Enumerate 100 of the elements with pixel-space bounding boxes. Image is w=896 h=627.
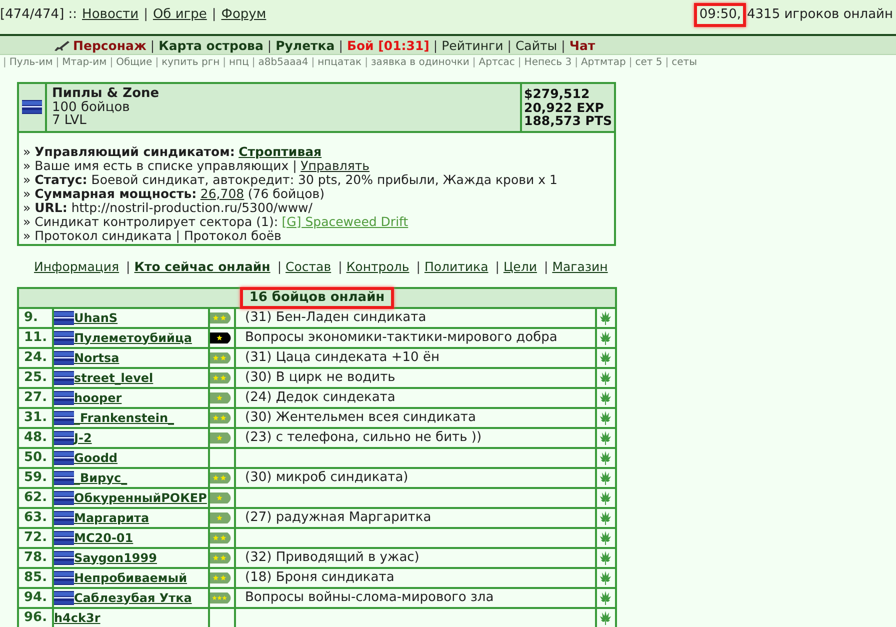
quick-link[interactable]: a8b5aaa4 (258, 57, 308, 68)
player-note: (18) Броня синдиката (245, 570, 394, 584)
player-note: (31) Бен-Ладен синдиката (245, 310, 426, 324)
separator: | (155, 57, 159, 68)
player-note: (24) Дедок синдеката (245, 390, 396, 404)
separator: | (561, 38, 566, 52)
leaf-icon (598, 430, 614, 445)
quick-link[interactable]: заявка в одиночки (370, 57, 470, 68)
info-line: » Управляющий синдикатом: Строптивая (23, 144, 323, 158)
top-link[interactable]: Новости (82, 6, 139, 24)
rank-number: 85. (18, 568, 53, 588)
info-line: » Ваше имя есть в списке управляющих | Управлять (23, 158, 370, 172)
syndicate-name: Пиплы & Zone (52, 87, 160, 100)
tab[interactable]: Кто сейчас онлайн (134, 258, 270, 274)
quick-link[interactable]: Непесь 3 (524, 57, 572, 68)
info-line: » Суммарная мощность: 26,708 (76 бойцов) (23, 186, 325, 200)
rank-number: 62. (18, 488, 53, 508)
leaf-icon (598, 530, 614, 545)
separator: | (126, 258, 130, 274)
player-note: (32) Приводящий в ужас) (245, 550, 420, 564)
quick-link[interactable]: Пуль-им (9, 57, 53, 68)
tab[interactable]: Политика (424, 258, 488, 274)
separator: | (628, 57, 632, 68)
rank-number: 48. (18, 428, 53, 448)
separator: | (150, 38, 155, 52)
nav-link[interactable]: Сайты (515, 38, 558, 52)
leaf-icon (598, 330, 614, 345)
leaf-icon (598, 570, 614, 585)
info-line: » Протокол синдиката | Протокол боёв (23, 228, 282, 242)
nav-link[interactable]: Чат (569, 38, 596, 52)
quick-link[interactable]: сет 5 (635, 57, 662, 68)
player-link[interactable]: J-2 (74, 430, 92, 446)
separator: | (338, 38, 343, 52)
money-amount: $279,512 (524, 87, 591, 100)
nav-link[interactable]: Рейтинги (442, 38, 504, 52)
exp-amount: 20,922 EXP (524, 100, 605, 114)
top-link[interactable]: Форум (221, 6, 266, 24)
info-line: » Синдикат контролирует сектора (1): [G] Spaceweed Drift (23, 214, 410, 228)
nav-link[interactable]: Рулетка (276, 38, 335, 52)
player-note: (27) радужная Маргаритка (245, 510, 432, 524)
quick-link[interactable]: Артсас (478, 57, 515, 68)
player-note: (30) Жентельмен всея синдиката (245, 410, 476, 424)
separator: | (544, 258, 548, 274)
rank-number: 25. (18, 368, 53, 388)
separator: | (311, 57, 315, 68)
separator: | (364, 57, 368, 68)
table-title: 16 бойцов онлайн (249, 290, 385, 304)
player-note: Вопросы войны-слома-мирового зла (245, 590, 494, 604)
leaf-icon (598, 470, 614, 485)
info-line: » URL: http://nostril-production.ru/5300/www/ (23, 200, 312, 214)
quick-link[interactable]: нпц (229, 57, 249, 68)
separator: | (574, 57, 578, 68)
player-note: (30) В цирк не водить (245, 370, 396, 384)
member-count: 100 бойцов (52, 100, 131, 114)
online-count: 4315 игроков онлайн (747, 6, 893, 24)
leaf-icon (598, 550, 614, 565)
rank-number: 96. (18, 608, 53, 627)
tab[interactable]: Магазин (552, 258, 608, 274)
info-link[interactable]: 26,708 (200, 186, 244, 200)
info-link[interactable]: Строптивая (238, 144, 322, 158)
leaf-icon (598, 370, 614, 385)
rank-number: 11. (18, 328, 53, 348)
info-link[interactable]: Управлять (300, 158, 370, 172)
nav-link[interactable]: Персонаж (73, 38, 146, 52)
quick-link[interactable]: Общие (116, 57, 152, 68)
separator: | (472, 57, 476, 68)
quick-link[interactable]: нпцатак (318, 57, 362, 68)
separator: | (267, 38, 272, 52)
leaf-icon (598, 410, 614, 425)
player-note: (23) с телефона, сильно не бить )) (245, 430, 482, 444)
leaf-icon (598, 390, 614, 405)
separator: | (433, 38, 438, 52)
separator: | (56, 57, 60, 68)
player-note: (31) Цаца синдеката +10 ён (245, 350, 440, 364)
rank-number: 63. (18, 508, 53, 528)
syndicate-level: 7 LVL (52, 114, 88, 128)
leaf-icon (598, 350, 614, 365)
player-note: Вопросы экономики-тактики-мирового добра (245, 330, 558, 344)
rank-number: 9. (18, 308, 53, 328)
leaf-icon (598, 510, 614, 525)
tab[interactable]: Информация (34, 258, 120, 274)
gun-icon (54, 40, 70, 50)
rank-number: 31. (18, 408, 53, 428)
separator: | (518, 57, 522, 68)
separator: | (495, 258, 500, 274)
quick-link[interactable]: купить ргн (162, 57, 220, 68)
top-link[interactable]: Об игре (152, 6, 207, 24)
quick-link[interactable]: Мтар-им (62, 57, 107, 68)
nav-link[interactable]: Карта острова (158, 38, 264, 52)
tab[interactable]: Контроль (346, 258, 410, 274)
rank-number: 94. (18, 588, 53, 608)
tab[interactable]: Цели (503, 258, 537, 274)
nav-link[interactable]: Бой [01:31] (346, 38, 430, 52)
leaf-icon (598, 590, 614, 605)
separator: | (144, 6, 148, 24)
quick-link[interactable]: Артмтар (580, 57, 626, 68)
quick-link[interactable]: сеты (672, 57, 697, 68)
player-note: (30) микроб синдиката) (245, 470, 408, 484)
tab[interactable]: Состав (286, 258, 332, 274)
leaf-icon (598, 490, 614, 505)
